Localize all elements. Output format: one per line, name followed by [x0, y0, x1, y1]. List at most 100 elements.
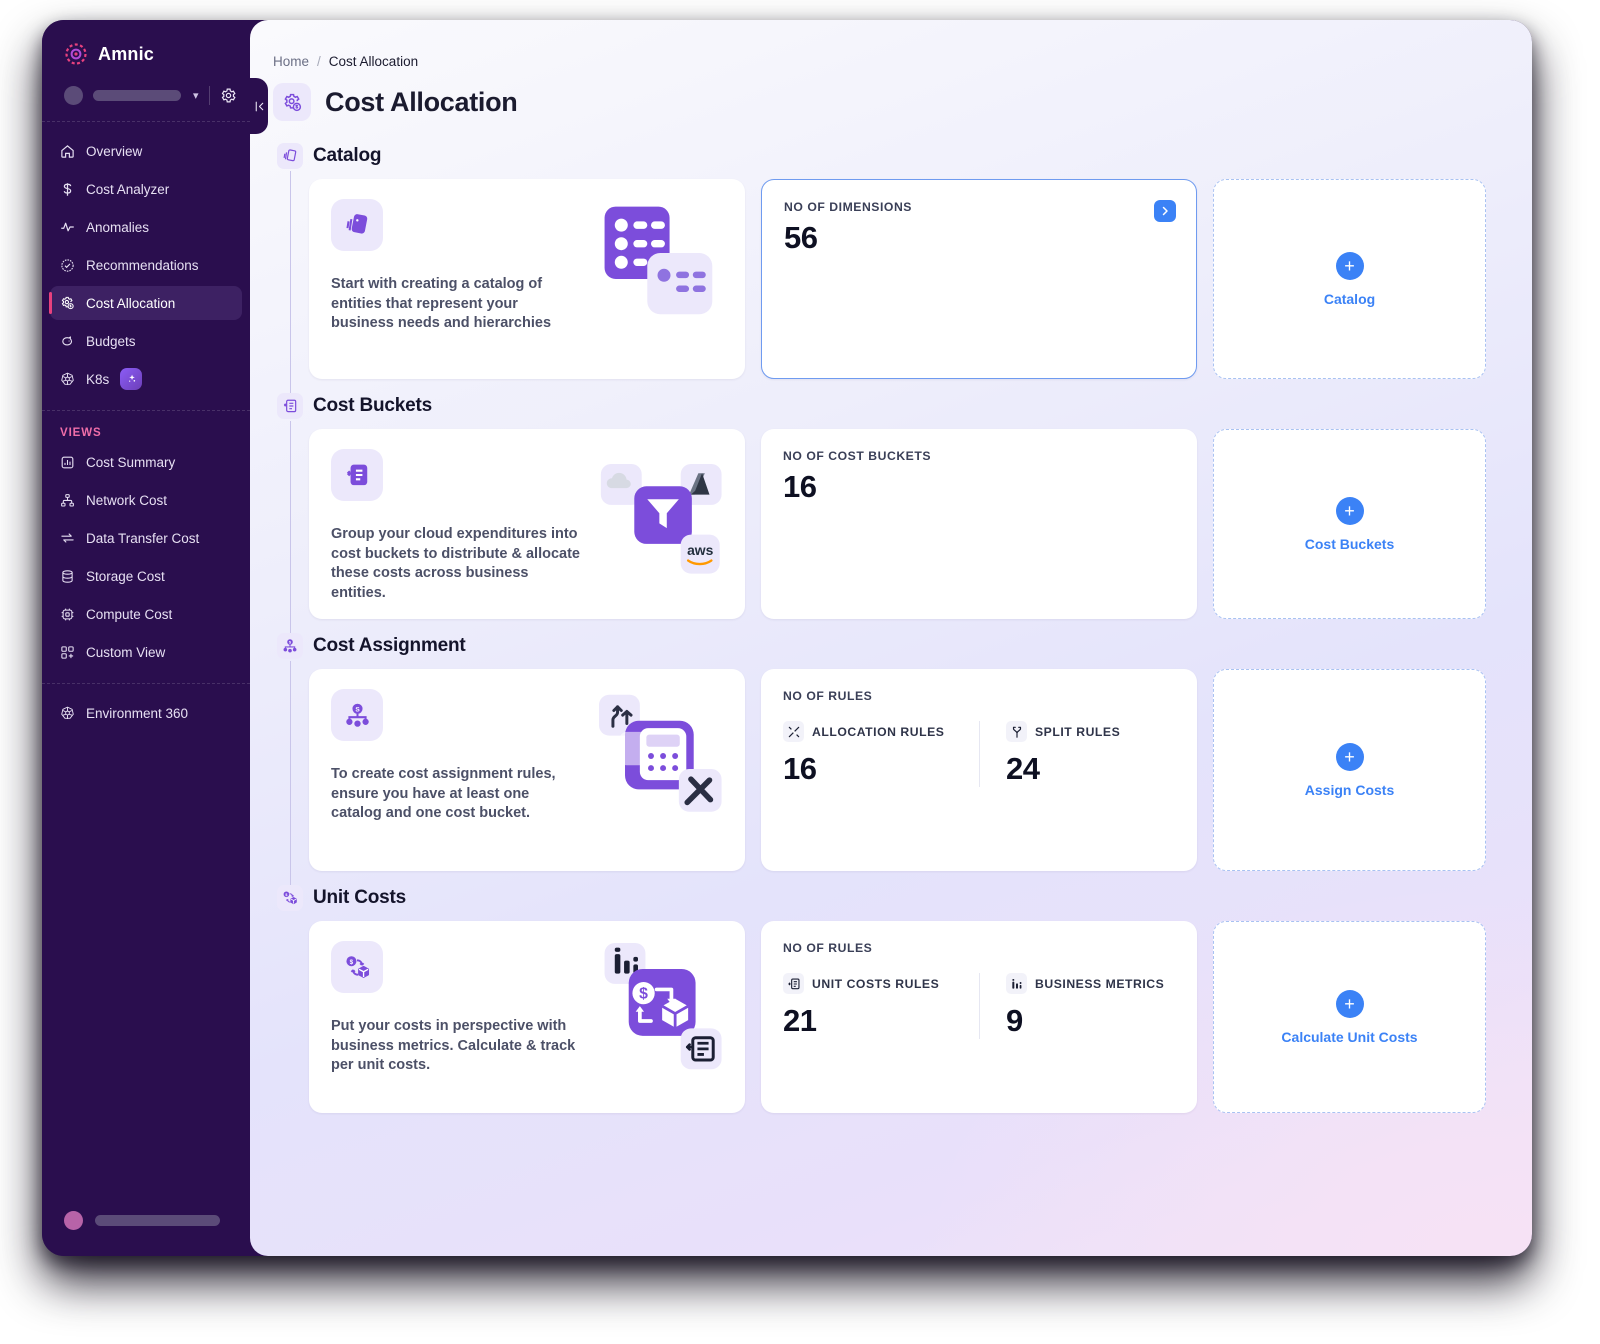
- metrics-split: ALLOCATION RULES 16 SPLIT RULES 24: [783, 721, 1175, 787]
- split-rules-icon: [1006, 721, 1027, 742]
- gear-dollar-icon: [273, 83, 311, 121]
- metric-value: 9: [1006, 1003, 1023, 1038]
- views-section-label: VIEWS: [60, 427, 102, 439]
- sidebar-item-label: Custom View: [86, 644, 166, 660]
- metric-value: 21: [783, 1003, 817, 1038]
- section-header: Catalog: [277, 143, 1486, 169]
- user-name-placeholder: [95, 1215, 220, 1226]
- section-row: Group your cloud expenditures into cost …: [277, 429, 1486, 619]
- sidebar-item-budgets[interactable]: Budgets: [50, 324, 242, 358]
- footer-nav: Environment 360: [42, 684, 250, 734]
- sidebar-item-network-cost[interactable]: Network Cost: [50, 483, 242, 517]
- section-header: $ Unit Costs: [277, 885, 1486, 911]
- section-unit-costs: $ Unit Costs $ Put your costs in perspec…: [277, 885, 1486, 1113]
- svg-text:S: S: [355, 706, 360, 713]
- section-row: $ Put your costs in perspective with bus…: [277, 921, 1486, 1113]
- add-catalog-card[interactable]: + Catalog: [1213, 179, 1486, 379]
- sidebar-item-label: Network Cost: [86, 492, 168, 508]
- breadcrumb-current: Cost Allocation: [328, 54, 419, 69]
- sidebar-item-data-transfer-cost[interactable]: Data Transfer Cost: [50, 521, 242, 555]
- divider: [208, 86, 210, 105]
- business-metrics-icon: [1006, 973, 1027, 994]
- sidebar-item-label: Overview: [86, 143, 143, 159]
- add-cost-buckets-label: Cost Buckets: [1304, 535, 1395, 552]
- stat-label: NO OF RULES: [783, 941, 873, 955]
- app-window: Amnic ▾ Overview Cost Analyzer Anomalies…: [42, 20, 1532, 1256]
- kubernetes-icon: [60, 372, 75, 387]
- user-account-row[interactable]: [42, 1211, 250, 1256]
- section-title: Cost Assignment: [313, 635, 466, 656]
- kubernetes-icon: [60, 706, 75, 721]
- breadcrumb: Home / Cost Allocation: [250, 20, 1532, 69]
- plus-icon: +: [1335, 742, 1364, 771]
- catalog-info-card: Start with creating a catalog of entitie…: [309, 179, 745, 379]
- dimensions-stat-card[interactable]: NO OF DIMENSIONS 56: [761, 179, 1197, 379]
- section-title: Catalog: [313, 145, 382, 166]
- sidebar-item-cost-analyzer[interactable]: Cost Analyzer: [50, 172, 242, 206]
- section-row: S To create cost assignment rules, ensur…: [277, 669, 1486, 871]
- sidebar-item-label: Cost Summary: [86, 454, 176, 470]
- sidebar-item-cost-summary[interactable]: Cost Summary: [50, 445, 242, 479]
- cost-bucket-icon: [277, 393, 303, 419]
- sidebar-item-overview[interactable]: Overview: [50, 134, 242, 168]
- sidebar-item-k8s[interactable]: K8s: [50, 362, 242, 396]
- amnic-logo-icon: [64, 42, 88, 66]
- home-icon: [60, 144, 75, 159]
- chevron-right-icon[interactable]: [1154, 200, 1176, 222]
- workspace-selector[interactable]: ▾: [42, 82, 250, 122]
- stat-value: 16: [783, 469, 817, 504]
- metric-name: ALLOCATION RULES: [812, 724, 945, 739]
- sidebar-item-label: Storage Cost: [86, 568, 165, 584]
- page-header: Cost Allocation: [250, 69, 1532, 121]
- plus-icon: +: [1335, 251, 1364, 280]
- sidebar-item-anomalies[interactable]: Anomalies: [50, 210, 242, 244]
- metric-allocation-rules: ALLOCATION RULES 16: [783, 721, 979, 787]
- unit-costs-stat-card[interactable]: NO OF RULES UNIT COSTS RULES 21 BUSINESS…: [761, 921, 1197, 1113]
- svg-text:$: $: [285, 893, 287, 897]
- cost-assignment-stat-card[interactable]: NO OF RULES ALLOCATION RULES 16 SPLIT RU…: [761, 669, 1197, 871]
- catalog-cards-icon: [277, 143, 303, 169]
- cost-buckets-stat-card[interactable]: NO OF COST BUCKETS 16: [761, 429, 1197, 619]
- sidebar-item-label: Environment 360: [86, 705, 189, 721]
- collapse-sidebar-button[interactable]: [250, 78, 268, 134]
- chevron-down-icon[interactable]: ▾: [193, 89, 199, 102]
- stat-value: 56: [784, 220, 818, 255]
- assign-costs-card[interactable]: + Assign Costs: [1213, 669, 1486, 871]
- sidebar-item-cost-allocation[interactable]: Cost Allocation: [49, 286, 242, 320]
- metric-name: BUSINESS METRICS: [1035, 976, 1165, 991]
- add-cost-buckets-card[interactable]: + Cost Buckets: [1213, 429, 1486, 619]
- section-title: Unit Costs: [313, 887, 407, 908]
- metric-name: UNIT COSTS RULES: [812, 976, 940, 991]
- sidebar-item-environment-360[interactable]: Environment 360: [50, 696, 242, 730]
- sidebar-item-custom-view[interactable]: Custom View: [50, 635, 242, 669]
- section-header: Cost Buckets: [277, 393, 1486, 419]
- cost-assignment-icon: S: [331, 689, 383, 741]
- sidebar-item-label: Cost Analyzer: [86, 181, 170, 197]
- cost-assignment-icon: S: [277, 633, 303, 659]
- section-connector-line: [290, 171, 291, 393]
- brand: Amnic: [42, 20, 250, 82]
- cpu-icon: [60, 607, 75, 622]
- metric-split-rules: SPLIT RULES 24: [979, 721, 1175, 787]
- section-title: Cost Buckets: [313, 395, 433, 416]
- sidebar-item-compute-cost[interactable]: Compute Cost: [50, 597, 242, 631]
- main-content: Home / Cost Allocation Cost Allocation C…: [250, 20, 1532, 1256]
- transfer-arrows-icon: [60, 531, 75, 546]
- sidebar-item-recommendations[interactable]: Recommendations: [50, 248, 242, 282]
- gear-icon[interactable]: [220, 87, 237, 104]
- sidebar-item-label: Cost Allocation: [86, 295, 176, 311]
- page-title: Cost Allocation: [325, 86, 518, 117]
- svg-text:$: $: [349, 958, 353, 965]
- cloud-providers-funnel-icon: aws: [600, 464, 722, 574]
- sidebar-item-storage-cost[interactable]: Storage Cost: [50, 559, 242, 593]
- catalog-cards-icon: [331, 199, 383, 251]
- plus-icon: +: [1335, 496, 1364, 525]
- stat-label: NO OF DIMENSIONS: [784, 200, 912, 214]
- plus-icon: +: [1335, 989, 1364, 1018]
- sections-container: Catalog Start with creating a catalog of…: [250, 121, 1532, 1113]
- metrics-split: UNIT COSTS RULES 21 BUSINESS METRICS 9: [783, 973, 1175, 1039]
- workspace-avatar: [64, 86, 83, 105]
- bar-chart-box-icon: [60, 455, 75, 470]
- breadcrumb-home[interactable]: Home: [273, 54, 309, 69]
- calculate-unit-costs-card[interactable]: + Calculate Unit Costs: [1213, 921, 1486, 1113]
